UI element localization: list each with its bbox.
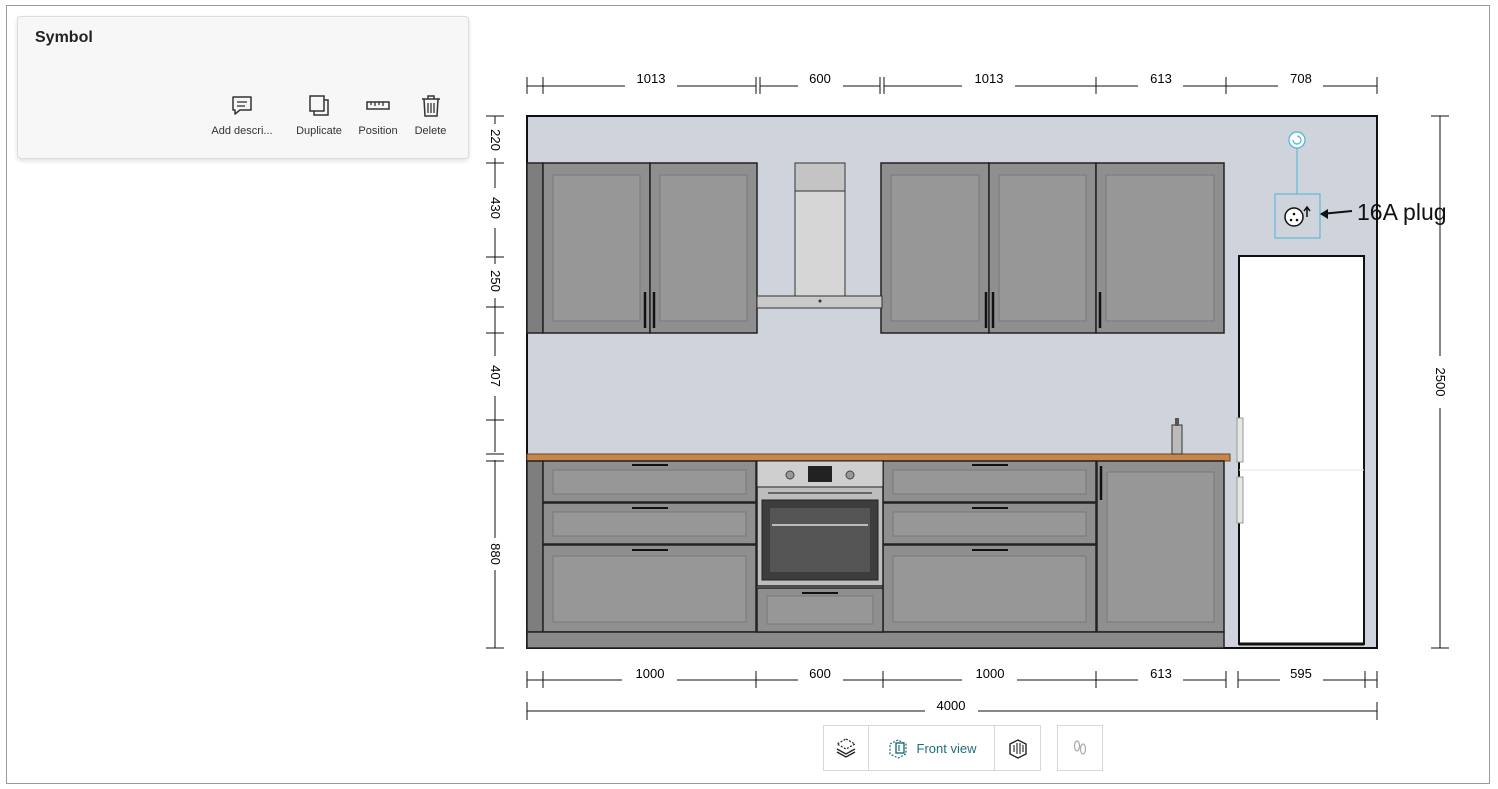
- left-dim-3: 250: [488, 270, 503, 292]
- bottom-dim-3: 1000: [976, 666, 1005, 681]
- top-dim-2: 600: [809, 71, 831, 86]
- worktop[interactable]: [526, 453, 1231, 462]
- top-dim-5: 708: [1290, 71, 1312, 86]
- bottom-dim-5: 595: [1290, 666, 1312, 681]
- walk-icon: [1073, 740, 1087, 755]
- view-toolbar: Front view: [823, 725, 1041, 771]
- kitchen-elevation-drawing[interactable]: 16A plug 1013 600 1013 613 708 1000 600 …: [0, 0, 1498, 789]
- oven[interactable]: [756, 460, 884, 633]
- walk-mode-button[interactable]: [1057, 725, 1103, 771]
- front-view-button[interactable]: Front view: [869, 726, 995, 770]
- top-dim-1: 1013: [637, 71, 666, 86]
- top-view-icon: [1008, 739, 1027, 759]
- rotate-handle-icon[interactable]: [1288, 131, 1306, 149]
- bottom-dim-2: 600: [809, 666, 831, 681]
- bottom-dim-4: 613: [1150, 666, 1172, 681]
- total-width-label: 4000: [937, 698, 966, 713]
- top-dim-4: 613: [1150, 71, 1172, 86]
- top-dim-3: 1013: [975, 71, 1004, 86]
- 3d-view-button[interactable]: [824, 726, 869, 770]
- left-dim-1: 220: [488, 129, 503, 151]
- left-dim-2: 430: [488, 197, 503, 219]
- top-view-button[interactable]: [995, 726, 1040, 770]
- bottom-dim-1: 1000: [636, 666, 665, 681]
- 3d-view-icon: [835, 738, 857, 758]
- fridge[interactable]: [1236, 255, 1365, 646]
- front-view-icon: [888, 739, 907, 759]
- front-view-label: Front view: [916, 740, 977, 756]
- plug-annotation-label: 16A plug: [1357, 199, 1447, 225]
- right-height-label: 2500: [1433, 368, 1448, 397]
- left-dim-4: 407: [488, 365, 503, 387]
- left-dim-5: 880: [488, 543, 503, 565]
